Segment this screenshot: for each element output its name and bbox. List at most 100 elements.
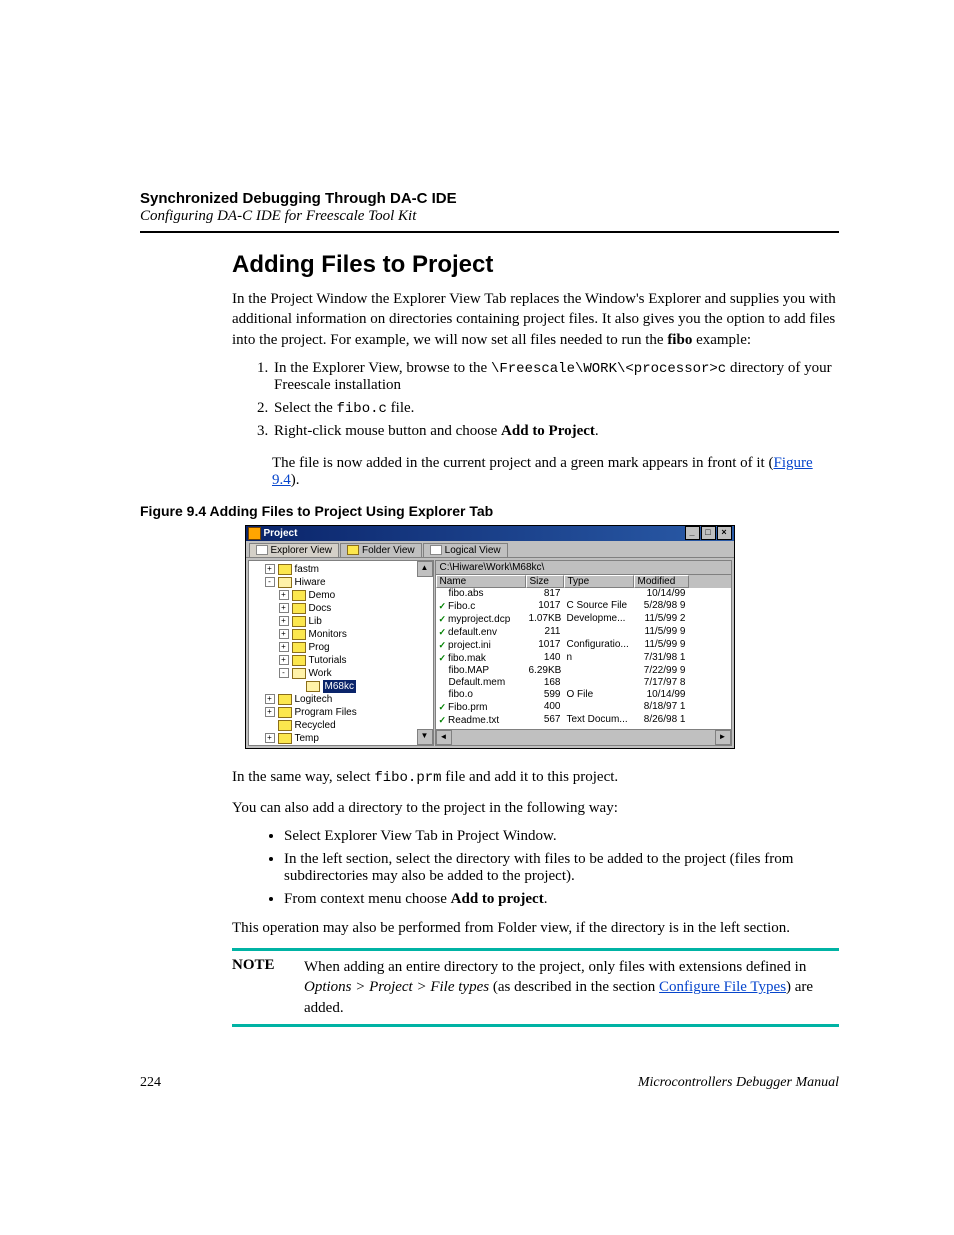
project-window: Project _ □ × Explorer View Folder View … — [245, 525, 735, 749]
tree-node[interactable]: + Monitors — [251, 628, 419, 641]
intro-bold: fibo — [667, 332, 692, 348]
result-text-a: The file is now added in the current pro… — [272, 455, 773, 471]
step-2-text-a: Select the — [274, 400, 336, 416]
explorer-tab-icon — [256, 545, 268, 555]
tab-logical-view[interactable]: Logical View — [423, 543, 508, 557]
steps-list: In the Explorer View, browse to the \Fre… — [232, 360, 839, 440]
tree-toggle[interactable]: + — [265, 694, 275, 704]
tab-explorer-label: Explorer View — [271, 545, 333, 556]
list-pane[interactable]: C:\Hiware\Work\M68kc\ Name Size Type Mod… — [435, 560, 732, 746]
tree-label: Program Files — [295, 706, 357, 719]
hscroll-right[interactable]: ► — [715, 730, 731, 745]
step-3-bold: Add to Project — [501, 423, 595, 439]
hscroll-left[interactable]: ◄ — [436, 730, 452, 745]
note-text-2a: (as described in the section — [489, 979, 659, 995]
tree-node[interactable]: + Program Files — [251, 706, 419, 719]
tree-node[interactable]: -Hiware — [251, 576, 419, 589]
file-row[interactable]: ✓project.ini1017Configuratio...11/5/99 9 — [436, 639, 731, 652]
tree-scroll-up[interactable]: ▲ — [417, 561, 433, 577]
list-horizontal-scrollbar[interactable]: ◄ ► — [436, 729, 731, 745]
tree-node[interactable]: M68kc — [251, 680, 419, 693]
after-figure-para-3: This operation may also be performed fro… — [232, 918, 839, 938]
configure-file-types-link[interactable]: Configure File Types — [659, 979, 786, 995]
step-1: In the Explorer View, browse to the \Fre… — [272, 360, 839, 394]
figure-caption: Figure 9.4 Adding Files to Project Using… — [140, 503, 839, 519]
tree-toggle[interactable]: + — [265, 733, 275, 743]
logical-tab-icon — [430, 545, 442, 555]
running-header-subtitle: Configuring DA-C IDE for Freescale Tool … — [140, 208, 839, 225]
file-row[interactable]: ✓default.env21111/5/99 9 — [436, 626, 731, 639]
view-tabbar: Explorer View Folder View Logical View — [246, 541, 734, 558]
tree-node[interactable]: Recycled — [251, 719, 419, 732]
folder-icon — [292, 642, 306, 653]
bullet-2: In the left section, select the director… — [284, 851, 839, 885]
tree-scroll-down[interactable]: ▼ — [417, 729, 433, 745]
tree-label: Demo — [309, 589, 336, 602]
maximize-button[interactable]: □ — [701, 526, 716, 540]
bullet-3-bold: Add to project — [451, 891, 544, 907]
after1-a: In the same way, select — [232, 769, 374, 785]
tree-pane[interactable]: ▲ +fastm-Hiware+Demo+Docs+Lib+Monitors+P… — [248, 560, 434, 746]
tree-toggle[interactable]: + — [279, 642, 289, 652]
tree-node[interactable]: + Demo — [251, 589, 419, 602]
file-row[interactable]: ✓Readme.txt567Text Docum...8/26/98 1 — [436, 714, 731, 727]
tree-node[interactable]: + Docs — [251, 602, 419, 615]
tree-toggle[interactable]: - — [265, 577, 275, 587]
in-project-check-icon: ✓ — [439, 601, 447, 611]
tree-label: Temp — [295, 732, 319, 745]
tree-toggle[interactable]: + — [279, 655, 289, 665]
tree-node[interactable]: + fastm — [251, 563, 419, 576]
in-project-check-icon: ✓ — [439, 627, 447, 637]
folder-icon — [278, 577, 292, 588]
col-size[interactable]: Size — [526, 575, 564, 588]
in-project-check-icon: ✓ — [439, 715, 447, 725]
col-name[interactable]: Name — [436, 575, 526, 588]
folder-icon — [292, 668, 306, 679]
folder-icon — [278, 720, 292, 731]
file-row[interactable]: fibo.MAP6.29KB7/22/99 9 — [436, 665, 731, 677]
tree-toggle[interactable]: + — [265, 564, 275, 574]
folder-icon — [278, 564, 292, 575]
tree-node[interactable]: +Logitech — [251, 693, 419, 706]
file-row[interactable]: ✓fibo.mak140n7/31/98 1 — [436, 652, 731, 665]
tree-node[interactable]: +Prog — [251, 641, 419, 654]
tree-toggle[interactable]: + — [265, 707, 275, 717]
folder-tab-icon — [347, 545, 359, 555]
close-button[interactable]: × — [717, 526, 732, 540]
note-block: NOTE When adding an entire directory to … — [232, 948, 839, 1027]
file-row[interactable]: ✓Fibo.prm4008/18/97 1 — [436, 701, 731, 714]
folder-icon — [292, 603, 306, 614]
section-title: Adding Files to Project — [232, 251, 839, 279]
tree-toggle[interactable]: + — [279, 629, 289, 639]
tree-node[interactable]: +Lib — [251, 615, 419, 628]
step-3-text-b: . — [595, 423, 599, 439]
file-row[interactable]: fibo.o599O File10/14/99 — [436, 689, 731, 701]
tree-toggle[interactable]: - — [279, 668, 289, 678]
tree-node[interactable]: +Tutorials — [251, 654, 419, 667]
tab-folder-view[interactable]: Folder View — [340, 543, 422, 557]
folder-icon — [306, 681, 320, 692]
file-row[interactable]: Default.mem1687/17/97 8 — [436, 677, 731, 689]
tree-node[interactable]: -Work — [251, 667, 419, 680]
tree-toggle[interactable]: + — [279, 616, 289, 626]
minimize-button[interactable]: _ — [685, 526, 700, 540]
window-title: Project — [264, 528, 298, 539]
col-type[interactable]: Type — [564, 575, 634, 588]
tab-explorer-view[interactable]: Explorer View — [249, 543, 340, 557]
file-row[interactable]: ✓Fibo.c1017C Source File5/28/98 9 — [436, 600, 731, 613]
running-header-chapter: Synchronized Debugging Through DA-C IDE — [140, 190, 839, 207]
in-project-check-icon: ✓ — [439, 702, 447, 712]
col-modified[interactable]: Modified — [634, 575, 689, 588]
in-project-check-icon: ✓ — [439, 614, 447, 624]
header-rule — [140, 231, 839, 233]
tree-toggle[interactable]: + — [279, 590, 289, 600]
tree-label: Docs — [309, 602, 332, 615]
note-text-1: When adding an entire directory to the p… — [304, 959, 806, 975]
file-row[interactable]: fibo.abs81710/14/99 — [436, 588, 731, 600]
note-italic: Options > Project > File types — [304, 979, 489, 995]
tree-node[interactable]: + Temp — [251, 732, 419, 745]
tree-label: Monitors — [309, 628, 347, 641]
tree-toggle[interactable]: + — [279, 603, 289, 613]
file-row[interactable]: ✓myproject.dcp1.07KBDevelopme...11/5/99 … — [436, 613, 731, 626]
tree-label: fastm — [295, 563, 319, 576]
